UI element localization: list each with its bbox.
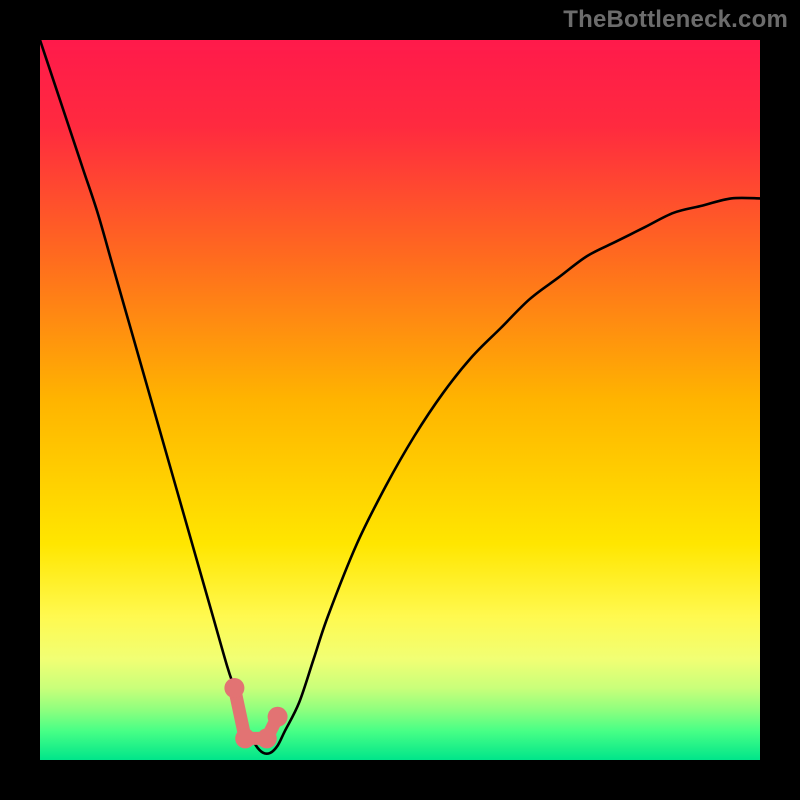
marker-mid-a — [235, 728, 255, 748]
marker-left — [224, 678, 244, 698]
chart-frame: TheBottleneck.com — [0, 0, 800, 800]
marker-mid-b — [257, 728, 277, 748]
chart-background — [40, 40, 760, 760]
watermark-text: TheBottleneck.com — [563, 6, 788, 34]
marker-right — [268, 707, 288, 727]
chart-plot — [40, 40, 760, 760]
